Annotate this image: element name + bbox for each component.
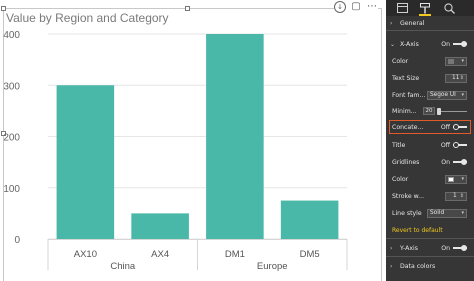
x-group-label: China [110,261,136,272]
section-y-axis[interactable]: › Y-Axis On [386,242,474,254]
stepper-icon: ⇕ [459,75,464,81]
slider-handle[interactable] [437,108,441,115]
bar-chart-svg: 0 100 200 300 400 AX10 AX4 DM1 DM5 China Europe [3,30,348,272]
revert-to-default-link[interactable]: Revert to default [392,227,443,234]
axis-title-row: Title Off [386,139,474,151]
section-x-axis[interactable]: ⌄ X-Axis On [386,38,474,50]
x-tick-label: AX10 [74,249,97,260]
stroke-width-row: Stroke w... 1 ⇕ [386,190,474,202]
stroke-width-input[interactable]: 1 ⇕ [445,191,467,201]
x-tick-label: DM5 [300,249,320,260]
x-tick-label: AX4 [151,249,169,260]
y-tick-label: 200 [3,133,20,144]
divider [386,30,474,31]
pane-tab-bar [386,0,474,16]
active-tab-indicator [419,14,431,16]
text-size-input[interactable]: 11 ⇕ [445,73,467,83]
format-pane: › General ⌄ X-Axis On Color ▾ Text Size … [386,0,474,281]
x-axis-color-picker[interactable]: ▾ [445,56,467,66]
line-style-row: Line style Solid ▾ [386,207,474,219]
chevron-right-icon: › [390,262,393,270]
chevron-down-icon: ⌄ [390,40,396,48]
chevron-right-icon: › [390,244,393,252]
chart-visual[interactable]: ↓ ▢ ⋯ Value by Region and Category 0 100 2… [0,0,386,281]
min-height-input[interactable]: 20 [423,107,435,115]
fields-icon[interactable] [394,0,410,16]
gridline-color-row: Color ▾ [386,173,474,185]
font-family-dropdown[interactable]: Segoe UI ▾ [427,90,467,100]
color-swatch [448,176,454,182]
divider [386,256,474,257]
x-group-label: Europe [257,261,288,272]
section-data-colors[interactable]: › Data colors [386,260,474,272]
divider [386,238,474,239]
x-tick-label: DM1 [225,249,245,260]
y-tick-label: 0 [14,235,20,246]
revert-row: Revert to default [386,224,474,236]
y-axis-toggle[interactable] [453,245,467,251]
min-height-slider[interactable] [437,108,467,115]
gridlines-toggle[interactable] [453,159,467,165]
y-tick-label: 100 [3,184,20,195]
chevron-right-icon: › [390,19,393,27]
section-general[interactable]: › General [386,17,474,29]
analytics-icon[interactable] [441,0,457,16]
text-size-row: Text Size 11 ⇕ [386,72,474,84]
bar-dm5[interactable] [280,200,339,239]
concatenate-row: Concate... Off [386,121,474,133]
y-tick-label: 300 [3,81,20,92]
x-axis-color-row: Color ▾ [386,55,474,67]
gridlines-row: Gridlines On [386,156,474,168]
y-tick-label: 400 [3,30,20,41]
chevron-down-icon: ▾ [461,92,464,98]
min-height-row: Minim... 20 [386,105,474,117]
axis-title-toggle[interactable] [453,142,467,148]
x-axis-toggle[interactable] [453,41,467,47]
line-style-dropdown[interactable]: Solid ▾ [427,208,467,218]
bar-ax10[interactable] [56,85,115,239]
chevron-down-icon: ▾ [461,210,464,216]
bar-ax4[interactable] [131,213,189,239]
concatenate-labels-toggle[interactable] [453,124,467,130]
gridline-color-picker[interactable]: ▾ [445,174,467,184]
chevron-down-icon: ▾ [461,58,464,64]
stepper-icon: ⇕ [459,193,464,199]
font-family-row: Font fam... Segoe UI ▾ [386,89,474,101]
bar-dm1[interactable] [206,34,264,239]
chevron-down-icon: ▾ [461,176,464,182]
color-swatch [448,58,454,64]
format-paint-roller-icon[interactable] [417,0,433,16]
